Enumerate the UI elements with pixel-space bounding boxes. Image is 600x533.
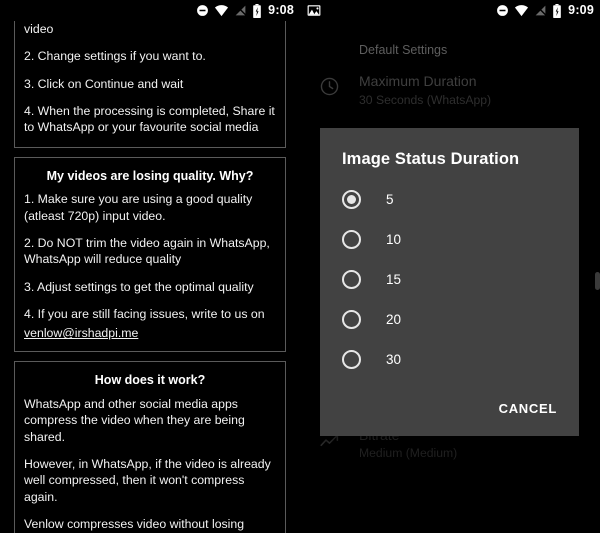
help-text-line: 4. When the processing is completed, Sha… xyxy=(24,104,275,135)
radio-option-label: 5 xyxy=(386,191,394,207)
help-text-line: 3. Click on Continue and wait xyxy=(24,76,184,91)
radio-option-label: 30 xyxy=(386,351,402,367)
help-text-line: 4. If you are still facing issues, write… xyxy=(24,307,265,322)
dual-screenshot-container: 9:08 video 2. Change settings if you wan… xyxy=(0,0,600,533)
radio-button-icon[interactable] xyxy=(342,229,361,249)
left-screen-help-dialog: 9:08 video 2. Change settings if you wan… xyxy=(0,0,300,533)
right-status-bar-system-icons: 9:09 xyxy=(496,3,594,18)
radio-option-label: 15 xyxy=(386,271,402,287)
right-screen-settings: 9:09 Default Settings Maximum Duration 3… xyxy=(300,0,600,533)
help-content-scroll[interactable]: video 2. Change settings if you want to.… xyxy=(0,21,300,533)
wifi-icon xyxy=(514,4,529,17)
radio-option-10[interactable]: 10 xyxy=(320,219,579,259)
radio-button-icon[interactable] xyxy=(342,349,361,369)
cellular-signal-off-icon xyxy=(534,4,548,17)
left-status-bar: 9:08 xyxy=(0,0,300,21)
radio-option-5[interactable]: 5 xyxy=(320,179,579,219)
radio-option-label: 10 xyxy=(386,231,402,247)
help-text-line: Venlow compresses video without losing q… xyxy=(24,517,245,532)
support-email-link[interactable]: venlow@irshadpi.me xyxy=(24,326,138,340)
settings-scrollbar[interactable] xyxy=(595,272,600,290)
right-status-bar-notifications xyxy=(307,4,496,17)
help-card-getting-started: video 2. Change settings if you want to.… xyxy=(14,21,286,148)
help-card-title: My videos are losing quality. Why? xyxy=(46,168,254,183)
dialog-title: Image Status Duration xyxy=(342,150,520,168)
image-notification-icon xyxy=(307,4,321,17)
battery-charging-icon xyxy=(252,3,262,18)
radio-option-label: 20 xyxy=(386,311,402,327)
setting-row-maximum-duration[interactable]: Maximum Duration 30 Seconds (WhatsApp) xyxy=(300,65,600,116)
dialog-action-bar: CANCEL xyxy=(320,385,579,436)
help-text-line: 3. Adjust settings to get the optimal qu… xyxy=(24,279,254,294)
help-text-line: However, in WhatsApp, if the video is al… xyxy=(24,457,271,504)
do-not-disturb-icon xyxy=(196,4,209,17)
duration-radio-group[interactable]: 5 10 15 20 30 xyxy=(320,175,579,385)
setting-subtitle: Medium (Medium) xyxy=(359,446,458,460)
help-card-how-it-works: How does it work? WhatsApp and other soc… xyxy=(14,361,286,533)
do-not-disturb-icon xyxy=(496,4,509,17)
radio-button-icon[interactable] xyxy=(342,269,361,289)
setting-row-text: Maximum Duration 30 Seconds (WhatsApp) xyxy=(359,73,586,108)
help-text-line: 2. Do NOT trim the video again in WhatsA… xyxy=(24,236,270,267)
setting-title: Maximum Duration xyxy=(359,73,477,89)
help-text-line: WhatsApp and other social media apps com… xyxy=(24,397,245,444)
radio-option-20[interactable]: 20 xyxy=(320,299,579,339)
radio-option-15[interactable]: 15 xyxy=(320,259,579,299)
radio-button-icon[interactable] xyxy=(342,189,361,209)
help-text-line: 2. Change settings if you want to. xyxy=(24,49,206,64)
help-card-title: How does it work? xyxy=(94,373,206,388)
cellular-signal-off-icon xyxy=(234,4,248,17)
radio-option-30[interactable]: 30 xyxy=(320,339,579,379)
cancel-button[interactable]: CANCEL xyxy=(495,395,561,422)
section-header-default-settings: Default Settings xyxy=(359,43,448,57)
wifi-icon xyxy=(214,4,229,17)
right-status-bar: 9:09 xyxy=(300,0,600,21)
image-status-duration-dialog: Image Status Duration 5 10 15 20 30 CANC… xyxy=(320,128,579,436)
radio-button-icon[interactable] xyxy=(342,309,361,329)
left-status-bar-clock: 9:08 xyxy=(268,3,294,18)
battery-charging-icon xyxy=(552,3,562,18)
help-text-line: video xyxy=(24,22,54,36)
setting-subtitle: 30 Seconds (WhatsApp) xyxy=(359,92,492,107)
left-status-bar-system-icons: 9:08 xyxy=(196,3,294,18)
clock-icon xyxy=(300,73,359,97)
help-text-line: 1. Make sure you are using a good qualit… xyxy=(24,192,253,223)
help-card-quality: My videos are losing quality. Why? 1. Ma… xyxy=(14,156,286,353)
right-status-bar-clock: 9:09 xyxy=(568,3,594,18)
